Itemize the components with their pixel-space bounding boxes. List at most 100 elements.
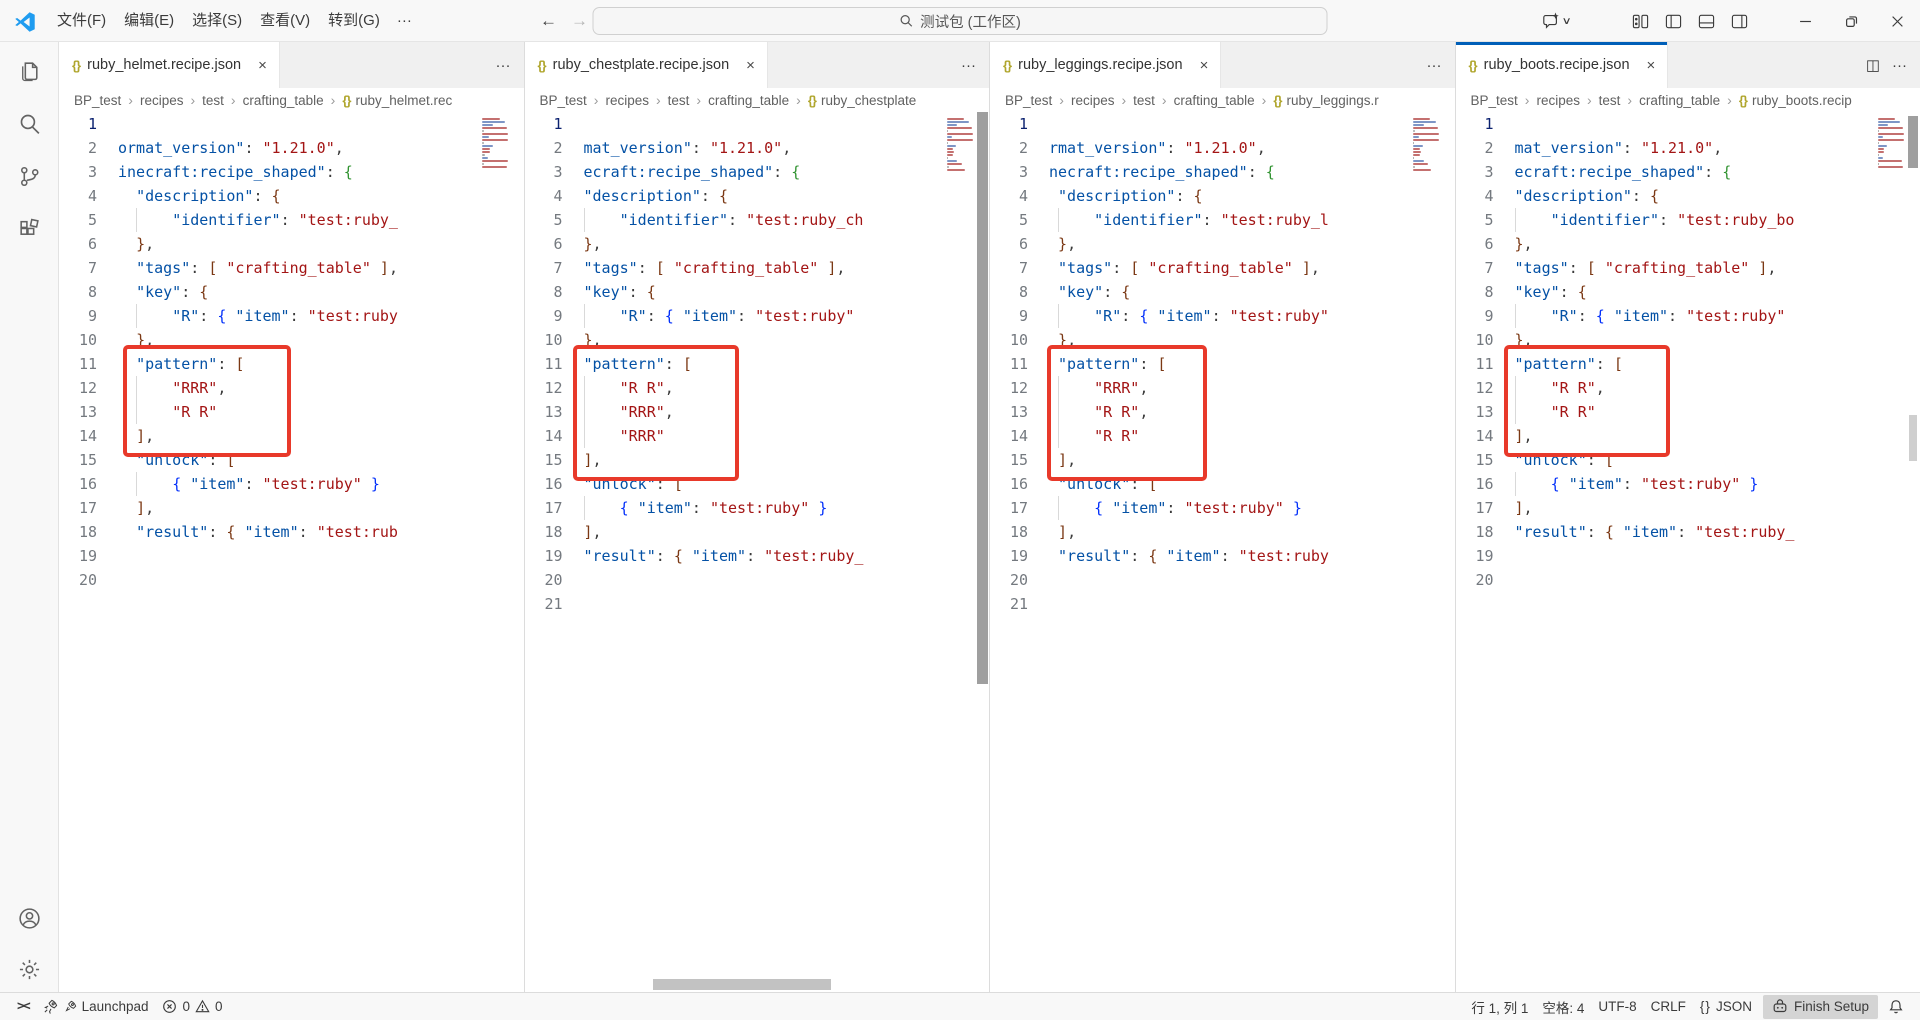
- code-line: 10 },: [59, 328, 524, 352]
- breadcrumb-item-bp_test[interactable]: BP_test: [74, 93, 121, 108]
- notifications-bell-icon[interactable]: [1882, 999, 1910, 1015]
- remote-indicator[interactable]: ><: [10, 996, 36, 1018]
- settings-gear-icon[interactable]: [17, 957, 42, 982]
- code-editor[interactable]: 12mat_version": "1.21.0",3ecraft:recipe_…: [1456, 112, 1920, 992]
- toggle-panel-icon[interactable]: [1698, 13, 1715, 30]
- problems-status-item[interactable]: 0 0: [155, 996, 229, 1018]
- horizontal-scrollbar-thumb[interactable]: [653, 979, 831, 990]
- minimap[interactable]: [1878, 115, 1905, 175]
- minimap[interactable]: [1413, 115, 1440, 178]
- breadcrumb-file[interactable]: {}ruby_chestplate: [808, 93, 916, 108]
- menu-item-g[interactable]: 转到(G): [319, 7, 389, 35]
- breadcrumb-item-crafting_table[interactable]: crafting_table: [243, 93, 324, 108]
- status-item[interactable]: 空格: 4: [1535, 996, 1591, 1018]
- search-icon[interactable]: [17, 111, 42, 136]
- menu-item-s[interactable]: 选择(S): [183, 7, 251, 35]
- toggle-secondary-sidebar-icon[interactable]: [1731, 13, 1748, 30]
- tab-leggings[interactable]: {}ruby_leggings.recipe.json×: [990, 42, 1221, 88]
- menu-more-button[interactable]: ···: [389, 12, 420, 29]
- editor-group-chestplate: {}ruby_chestplate.recipe.json× ··· BP_test…: [525, 42, 991, 992]
- status-item[interactable]: 行 1, 列 1: [1464, 996, 1535, 1018]
- code-text: "pattern": [: [584, 352, 692, 376]
- source-control-icon[interactable]: [17, 164, 42, 189]
- code-text: "tags": [ "crafting_table" ],: [118, 256, 398, 280]
- breadcrumb-item-crafting_table[interactable]: crafting_table: [1174, 93, 1255, 108]
- tab-close-icon[interactable]: ×: [743, 57, 758, 74]
- tab-close-icon[interactable]: ×: [1644, 57, 1659, 74]
- code-text: "result": { "item": "test:rub: [118, 520, 398, 544]
- tab-close-icon[interactable]: ×: [255, 57, 270, 74]
- breadcrumb-item-recipes[interactable]: recipes: [1536, 93, 1580, 108]
- vertical-scrollbar-thumb[interactable]: [1908, 116, 1918, 168]
- breadcrumb-item-crafting_table[interactable]: crafting_table: [1639, 93, 1720, 108]
- code-line: 15],: [525, 448, 990, 472]
- breadcrumb-item-bp_test[interactable]: BP_test: [540, 93, 587, 108]
- menu-item-e[interactable]: 编辑(E): [115, 7, 183, 35]
- breadcrumb-file[interactable]: {}ruby_boots.recip: [1739, 93, 1852, 108]
- breadcrumb-separator: ›: [594, 92, 599, 108]
- more-actions-icon[interactable]: ···: [496, 57, 511, 74]
- launchpad-status-item[interactable]: Launchpad: [36, 996, 156, 1018]
- breadcrumb-item-bp_test[interactable]: BP_test: [1005, 93, 1052, 108]
- breadcrumb-item-test[interactable]: test: [1599, 93, 1621, 108]
- line-number: 15: [990, 448, 1028, 472]
- code-text: ],: [1515, 496, 1533, 520]
- more-actions-icon[interactable]: ···: [1427, 57, 1442, 74]
- line-number: 10: [990, 328, 1028, 352]
- code-line: 19: [59, 544, 524, 568]
- code-text: },: [1049, 232, 1076, 256]
- breadcrumb-item-recipes[interactable]: recipes: [1071, 93, 1115, 108]
- code-text: "pattern": [: [1515, 352, 1623, 376]
- breadcrumb-item-test[interactable]: test: [202, 93, 224, 108]
- code-editor[interactable]: 12mat_version": "1.21.0",3ecraft:recipe_…: [525, 112, 990, 992]
- breadcrumb-file[interactable]: {}ruby_helmet.rec: [342, 93, 452, 108]
- breadcrumb-item-test[interactable]: test: [1133, 93, 1155, 108]
- tab-helmet[interactable]: {}ruby_helmet.recipe.json×: [59, 42, 280, 88]
- breadcrumb-item-test[interactable]: test: [668, 93, 690, 108]
- breadcrumb-item-bp_test[interactable]: BP_test: [1471, 93, 1518, 108]
- finish-setup-button[interactable]: Finish Setup: [1763, 995, 1878, 1019]
- vertical-scrollbar-thumb[interactable]: [977, 112, 988, 684]
- status-item[interactable]: UTF-8: [1591, 996, 1643, 1018]
- code-line: 6},: [525, 232, 990, 256]
- breadcrumb-separator: ›: [1587, 92, 1592, 108]
- code-editor[interactable]: 12rmat_version": "1.21.0",3necraft:recip…: [990, 112, 1455, 992]
- more-actions-icon[interactable]: ···: [1892, 57, 1907, 74]
- command-center-search[interactable]: 测试包 (工作区): [593, 7, 1328, 35]
- window-restore-button[interactable]: [1828, 0, 1874, 42]
- nav-forward-button[interactable]: →: [571, 11, 588, 31]
- more-actions-icon[interactable]: ···: [961, 57, 976, 74]
- tab-close-icon[interactable]: ×: [1197, 57, 1212, 74]
- language-mode-item[interactable]: {} JSON: [1693, 996, 1759, 1018]
- menu-item-v[interactable]: 查看(V): [251, 7, 319, 35]
- window-minimize-button[interactable]: [1782, 0, 1828, 42]
- code-line: 3ecraft:recipe_shaped": {: [525, 160, 990, 184]
- window-close-button[interactable]: [1874, 0, 1920, 42]
- breadcrumb-item-recipes[interactable]: recipes: [140, 93, 184, 108]
- code-line: 12 "RRR",: [59, 376, 524, 400]
- line-number: 1: [1456, 112, 1494, 136]
- menu-item-f[interactable]: 文件(F): [48, 7, 115, 35]
- customize-layout-icon[interactable]: [1632, 13, 1649, 30]
- nav-back-button[interactable]: ←: [540, 11, 557, 31]
- code-editor[interactable]: 12ormat_version": "1.21.0",3inecraft:rec…: [59, 112, 524, 992]
- minimap[interactable]: [482, 115, 509, 175]
- extensions-icon[interactable]: [17, 217, 42, 242]
- line-number: 11: [1456, 352, 1494, 376]
- code-line: 2mat_version": "1.21.0",: [1456, 136, 1920, 160]
- tab-chestplate[interactable]: {}ruby_chestplate.recipe.json×: [525, 42, 768, 88]
- explorer-icon[interactable]: [17, 58, 42, 83]
- tab-label: ruby_leggings.recipe.json: [1018, 57, 1182, 73]
- copilot-menu-button[interactable]: ∨: [1542, 12, 1570, 30]
- toggle-primary-sidebar-icon[interactable]: [1665, 13, 1682, 30]
- breadcrumb-file[interactable]: {}ruby_leggings.r: [1273, 93, 1378, 108]
- status-item[interactable]: CRLF: [1644, 996, 1693, 1018]
- vertical-scrollbar-thumb[interactable]: [1909, 415, 1917, 461]
- breadcrumb-item-recipes[interactable]: recipes: [605, 93, 649, 108]
- minimap[interactable]: [947, 115, 974, 178]
- breadcrumb-item-crafting_table[interactable]: crafting_table: [708, 93, 789, 108]
- account-icon[interactable]: [17, 906, 42, 931]
- split-editor-icon[interactable]: ◫: [1866, 56, 1880, 74]
- code-line: 18],: [525, 520, 990, 544]
- tab-boots[interactable]: {}ruby_boots.recipe.json×: [1456, 42, 1669, 88]
